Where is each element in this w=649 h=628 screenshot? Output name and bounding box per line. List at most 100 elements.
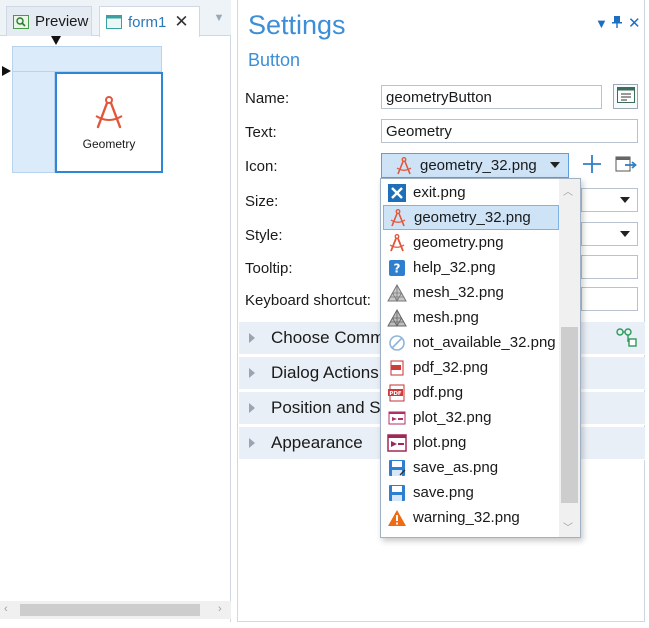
pdf-icon: PDF <box>387 383 407 403</box>
mesh-icon <box>387 308 407 328</box>
warning-icon <box>387 508 407 528</box>
add-icon-button[interactable] <box>579 153 604 178</box>
svg-text:PDF: PDF <box>389 391 402 397</box>
dropdown-item-geometry-32[interactable]: geometry_32.png <box>383 205 559 230</box>
save-as-icon <box>387 458 407 478</box>
settings-subtitle: Button <box>248 50 301 70</box>
keyboard-shortcut-label: Keyboard shortcut: <box>245 292 371 309</box>
tooltip-input[interactable] <box>581 255 638 279</box>
geometry-icon <box>394 156 414 176</box>
import-icon <box>615 155 637 176</box>
section-label: Appearance <box>271 433 363 452</box>
icon-dropdown-list[interactable]: exit.png geometry_32.png geometry.png ? … <box>380 178 581 538</box>
horizontal-scrollbar[interactable]: ‹ › <box>0 601 231 619</box>
chevron-down-icon <box>620 197 630 203</box>
dropdown-item-save-as[interactable]: save_as.png <box>383 455 559 480</box>
name-editor-button[interactable] <box>613 84 638 109</box>
dropdown-item-label: plot.png <box>413 434 467 451</box>
tab-form1[interactable]: form1 ✕ <box>99 6 200 37</box>
dropdown-item-pdf-32[interactable]: pdf_32.png <box>383 355 559 380</box>
scroll-right-icon[interactable]: › <box>218 603 222 615</box>
expand-icon <box>249 333 255 343</box>
name-label: Name: <box>245 90 290 107</box>
dropdown-item-label: help_32.png <box>413 259 496 276</box>
svg-text:?: ? <box>394 261 401 275</box>
column-marker-icon[interactable] <box>51 36 61 45</box>
section-label: Position and Si <box>271 398 385 417</box>
dropdown-item-save[interactable]: save.png <box>383 480 559 505</box>
command-tree-icon[interactable] <box>616 328 638 353</box>
dropdown-scrollbar[interactable]: ︿ ﹀ <box>559 179 580 537</box>
tab-form1-label: form1 <box>128 13 167 31</box>
scroll-left-icon[interactable]: ‹ <box>4 603 8 615</box>
icon-label: Icon: <box>245 158 278 175</box>
plus-icon <box>582 154 602 177</box>
dropdown-item-warning-32[interactable]: warning_32.png <box>383 505 559 530</box>
form-canvas: Geometry <box>0 36 231 601</box>
dropdown-item-mesh-32[interactable]: mesh_32.png <box>383 280 559 305</box>
geometry-button-preview[interactable]: Geometry <box>55 72 163 173</box>
dropdown-item-label: not_available_32.png <box>413 334 556 351</box>
dropdown-item-plot[interactable]: plot.png <box>383 430 559 455</box>
size-label: Size: <box>245 193 279 210</box>
size-select[interactable] <box>581 188 638 212</box>
keyboard-shortcut-input[interactable] <box>581 287 638 311</box>
scroll-down-icon[interactable]: ﹀ <box>563 519 573 534</box>
pin-icon[interactable] <box>612 16 622 31</box>
style-select[interactable] <box>581 222 638 246</box>
dropdown-item-not-available-32[interactable]: not_available_32.png <box>383 330 559 355</box>
mesh-icon <box>387 283 407 303</box>
grid-row <box>12 46 162 72</box>
dropdown-item-label: plot_32.png <box>413 409 492 426</box>
dropdown-item-plot-32[interactable]: plot_32.png <box>383 405 559 430</box>
dropdown-item-geometry[interactable]: geometry.png <box>383 230 559 255</box>
pane-menu-icon[interactable]: ▼ <box>595 16 608 31</box>
plot-icon <box>387 433 407 453</box>
tab-preview-label: Preview <box>35 13 89 30</box>
icon-select[interactable]: geometry_32.png <box>381 153 569 178</box>
chevron-down-icon <box>620 231 630 237</box>
plot-icon <box>387 408 407 428</box>
scroll-up-icon[interactable]: ︿ <box>563 183 573 198</box>
dropdown-item-pdf[interactable]: PDF pdf.png <box>383 380 559 405</box>
dropdown-item-label: warning_32.png <box>413 509 520 526</box>
scrollbar-thumb[interactable] <box>20 604 200 616</box>
expand-icon <box>249 368 255 378</box>
dropdown-item-exit[interactable]: exit.png <box>383 180 559 205</box>
tooltip-label: Tooltip: <box>245 260 293 277</box>
form-editor-pane: Preview form1 ✕ ▼ Geometry ‹ › <box>0 0 231 622</box>
dropdown-item-label: pdf.png <box>413 384 464 401</box>
close-tab-icon[interactable]: ✕ <box>174 12 188 32</box>
row-marker-icon[interactable] <box>2 66 11 76</box>
dropdown-item-label: geometry_32.png <box>414 209 531 226</box>
import-icon-button[interactable] <box>613 153 638 178</box>
search-icon <box>13 14 29 29</box>
editor-tab-bar: Preview form1 ✕ ▼ <box>0 0 231 37</box>
dropdown-scrollbar-thumb[interactable] <box>561 327 578 503</box>
dropdown-item-label: save_as.png <box>413 459 499 476</box>
icon-select-value: geometry_32.png <box>420 157 537 174</box>
name-input[interactable] <box>381 85 602 109</box>
geometry-icon <box>387 233 407 253</box>
close-pane-icon[interactable]: ✕ <box>628 14 641 32</box>
not-available-icon <box>387 333 407 353</box>
text-label: Text: <box>245 124 277 141</box>
dropdown-item-mesh[interactable]: mesh.png <box>383 305 559 330</box>
tab-preview[interactable]: Preview <box>6 6 92 36</box>
section-label: Dialog Actions <box>271 363 379 382</box>
tab-menu-icon[interactable]: ▼ <box>213 12 225 24</box>
section-label: Choose Comm <box>271 328 385 347</box>
text-input[interactable] <box>381 119 638 143</box>
exit-icon <box>387 183 407 203</box>
geometry-button-preview-label: Geometry <box>82 137 136 151</box>
expand-icon <box>249 438 255 448</box>
geometry-icon <box>91 94 127 133</box>
expand-icon <box>249 403 255 413</box>
settings-title: Settings <box>248 10 346 40</box>
dropdown-item-help-32[interactable]: ? help_32.png <box>383 255 559 280</box>
style-label: Style: <box>245 227 283 244</box>
dropdown-item-label: mesh_32.png <box>413 284 504 301</box>
dropdown-item-label: exit.png <box>413 184 466 201</box>
dropdown-item-label: save.png <box>413 484 474 501</box>
form-list-icon <box>616 87 635 106</box>
